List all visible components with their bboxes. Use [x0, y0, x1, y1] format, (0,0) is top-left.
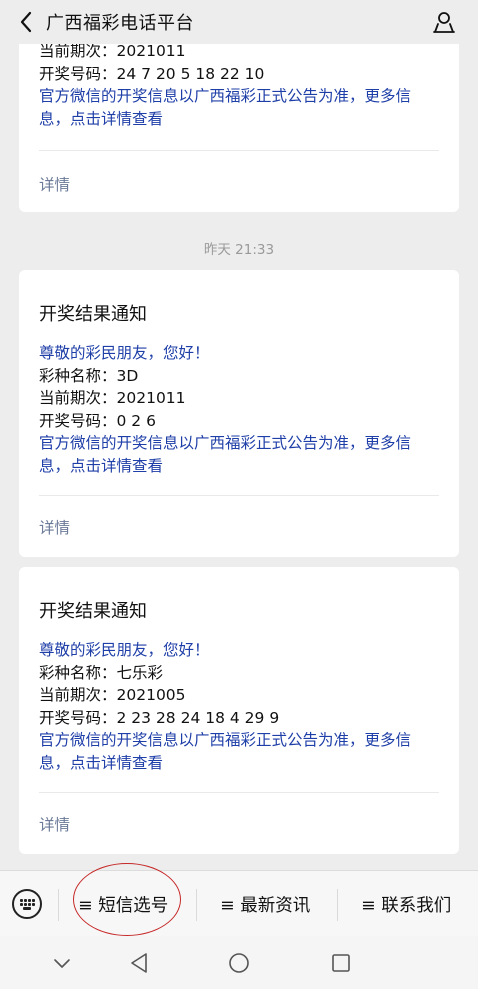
- menu-item-contact-us[interactable]: ≡ 联系我们: [361, 892, 451, 917]
- divider: [39, 792, 439, 793]
- timestamp: 昨天 21:33: [203, 242, 275, 258]
- nav-collapse-button[interactable]: [49, 950, 75, 976]
- notice-line: 官方微信的开奖信息以广西福彩正式公告为准，更多信: [39, 87, 412, 105]
- notice-line: 息，点击详情查看: [39, 753, 164, 772]
- notice-line: 官方微信的开奖信息以广西福彩正式公告为准，更多信: [39, 434, 412, 452]
- card-title: 开奖结果通知: [39, 601, 147, 622]
- page-title: 广西福彩电话平台: [46, 13, 194, 34]
- menu-item-latest-news[interactable]: ≡ 最新资讯: [220, 892, 310, 917]
- detail-link[interactable]: 详情: [39, 516, 70, 538]
- circle-home-icon: [229, 953, 249, 973]
- triangle-back-icon: [131, 953, 147, 973]
- nav-home-button[interactable]: [226, 950, 252, 976]
- period-line: 当前期次：2021011: [39, 389, 186, 407]
- profile-button[interactable]: [428, 6, 460, 38]
- lottery-line: 彩种名称：七乐彩: [39, 663, 164, 682]
- back-arrow-icon: [20, 11, 32, 33]
- custom-menu-bar: ≡ 短信选号 ≡ 最新资讯 ≡ 联系我们: [0, 870, 478, 936]
- square-recents-icon: [332, 954, 350, 972]
- back-button[interactable]: [10, 6, 42, 38]
- user-icon: [433, 12, 455, 33]
- notice-line: 息，点击详情查看: [39, 456, 164, 475]
- numbers-line: 开奖号码：2 23 28 24 18 4 29 9: [39, 708, 280, 727]
- keyboard-toggle-button[interactable]: [12, 889, 42, 919]
- menu-separator: [58, 889, 59, 921]
- keyboard-icon: [20, 899, 35, 910]
- system-nav-bar: [0, 936, 478, 989]
- period-line: 当前期次：2021005: [39, 686, 186, 704]
- detail-link[interactable]: 详情: [39, 813, 70, 835]
- greeting-line: 尊敬的彩民朋友，您好！: [39, 641, 210, 659]
- notice-line: 息，点击详情查看: [39, 109, 164, 128]
- message-card: 开奖结果通知 尊敬的彩民朋友，您好！ 彩种名称：七乐彩 当前期次：2021005…: [19, 567, 459, 854]
- top-bar: 广西福彩电话平台: [0, 0, 478, 44]
- chevron-down-icon: [54, 959, 70, 968]
- numbers-line: 开奖号码：0 2 6: [39, 411, 156, 430]
- greeting-line: 尊敬的彩民朋友，您好！: [39, 344, 210, 362]
- message-card: 开奖结果通知 尊敬的彩民朋友，您好！ 彩种名称：3D 当前期次：2021011 …: [19, 270, 459, 557]
- menu-separator: [196, 889, 197, 921]
- nav-recents-button[interactable]: [328, 950, 354, 976]
- numbers-line: 开奖号码：24 7 20 5 18 22 10: [39, 64, 265, 83]
- message-feed[interactable]: 当前期次：2021011 开奖号码：24 7 20 5 18 22 10 官方微…: [0, 0, 478, 870]
- menu-separator: [337, 889, 338, 921]
- divider: [39, 495, 439, 496]
- nav-back-button[interactable]: [127, 950, 153, 976]
- notice-line: 官方微信的开奖信息以广西福彩正式公告为准，更多信: [39, 731, 412, 749]
- divider: [39, 150, 439, 151]
- annotation-circle: [73, 863, 181, 936]
- lottery-line: 彩种名称：3D: [39, 366, 139, 385]
- detail-link[interactable]: 详情: [39, 173, 70, 195]
- card-title: 开奖结果通知: [39, 304, 147, 325]
